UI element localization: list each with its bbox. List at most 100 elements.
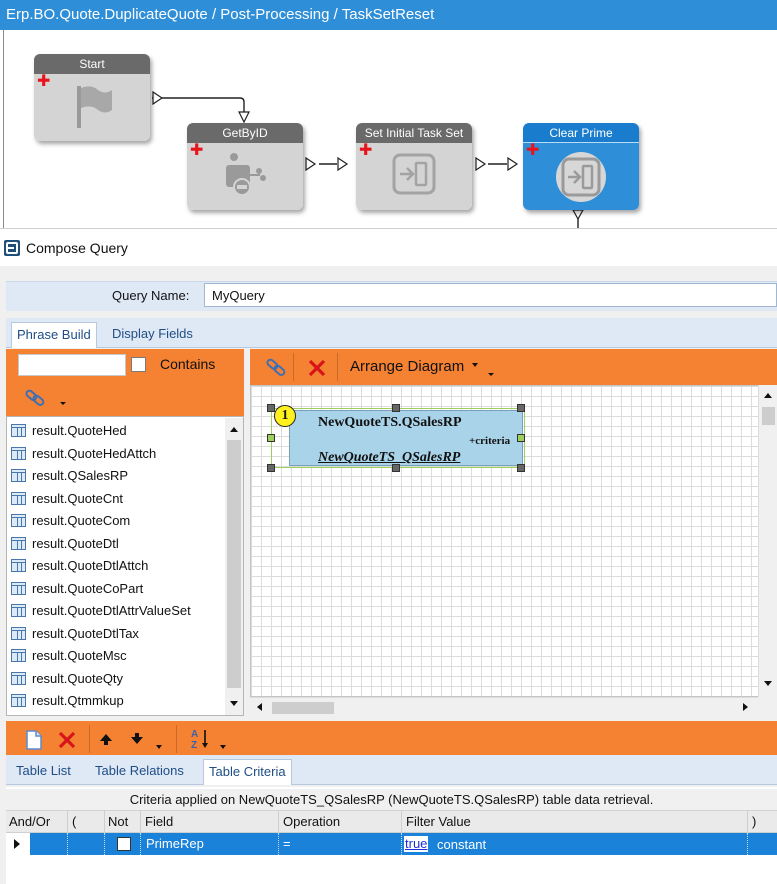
delete-icon[interactable] [57, 730, 77, 750]
plus-icon[interactable]: ✚ [526, 143, 539, 159]
compose-query-titlebar: Compose Query [0, 229, 777, 266]
resize-handle[interactable] [392, 464, 400, 472]
activity-getbyid-label: GetByID [187, 123, 303, 143]
plus-icon[interactable]: ✚ [190, 143, 203, 159]
not-checkbox[interactable] [117, 837, 131, 851]
list-item-label: result.QSalesRP [32, 468, 129, 483]
activity-start[interactable]: Start ✚ [34, 54, 150, 141]
resize-handle[interactable] [517, 464, 525, 472]
col-filter-value[interactable]: Filter Value [406, 814, 471, 829]
list-item[interactable]: result.QuoteCoPart [7, 578, 227, 601]
dropdown-arrow-icon[interactable] [220, 745, 228, 751]
list-item[interactable]: result.QuoteDtlTax [7, 623, 227, 646]
contains-checkbox[interactable] [131, 357, 146, 372]
activity-clear-prime[interactable]: Clear Prime ✚ [523, 123, 639, 210]
resize-handle[interactable] [267, 434, 275, 442]
list-item-label: result.QuoteMsc [32, 648, 127, 663]
resize-handle[interactable] [517, 434, 525, 442]
list-item[interactable]: result.QuoteCom [7, 510, 227, 533]
tab-table-list[interactable]: Table List [11, 759, 76, 785]
diagram-toolbar: Arrange Diagram [250, 349, 777, 385]
filter-value-type[interactable]: constant [437, 837, 486, 852]
scroll-down-icon [764, 681, 772, 686]
scroll-down-icon [230, 701, 238, 706]
list-item-label: result.QuoteDtlAttch [32, 558, 149, 573]
col-open-paren[interactable]: ( [72, 814, 76, 829]
dropdown-arrow-icon[interactable] [156, 745, 164, 751]
table-list-panel: Contains result.QuoteHed result.QuoteHedA… [6, 349, 244, 716]
list-item[interactable]: result.QuoteMsc [7, 645, 227, 668]
dropdown-arrow-icon[interactable] [472, 363, 496, 379]
list-item[interactable]: result.QuoteDtlAttrValueSet [7, 600, 227, 623]
delete-icon[interactable] [307, 358, 327, 378]
diagram-vertical-scrollbar[interactable] [758, 385, 777, 697]
tab-phrase-build[interactable]: Phrase Build [11, 322, 97, 348]
workflow-canvas: Start ✚ GetByID ✚ Set Initial Task Set ✚… [3, 30, 777, 228]
list-item[interactable]: result.QuoteHedAttch [7, 443, 227, 466]
activity-set-initial-task-set[interactable]: Set Initial Task Set ✚ [356, 123, 472, 210]
criteria-row[interactable]: PrimeRep = true constant [6, 833, 777, 855]
diagram-horizontal-scrollbar[interactable] [250, 697, 758, 716]
list-item[interactable]: result.QuoteDtl [7, 533, 227, 556]
table-search-input[interactable] [18, 354, 126, 376]
col-and-or[interactable]: And/Or [9, 814, 50, 829]
list-item-label: result.QuoteDtlTax [32, 625, 139, 641]
resize-handle[interactable] [267, 464, 275, 472]
window-title: Compose Query [26, 240, 128, 256]
move-down-icon[interactable] [130, 732, 144, 746]
resize-handle[interactable] [267, 404, 275, 412]
list-item[interactable]: result.QuoteCnt [7, 488, 227, 511]
tab-table-criteria[interactable]: Table Criteria [203, 759, 292, 785]
port-arrow [571, 209, 585, 221]
list-item[interactable]: result.QuoteDtlAttch [7, 555, 227, 578]
criteria-operation[interactable]: = [283, 836, 291, 851]
col-not[interactable]: Not [108, 814, 128, 829]
list-item-label: result.QuoteCnt [32, 490, 124, 506]
criteria-toolbar: A Z [6, 721, 777, 757]
table-list[interactable]: result.QuoteHed result.QuoteHedAttch resul… [6, 416, 244, 716]
filter-value-link[interactable]: true [404, 836, 429, 852]
list-item-label: result.Qtmmkup [32, 693, 124, 708]
criteria-grid-header: And/Or ( Not Field Operation Filter Valu… [6, 811, 777, 833]
diagram-panel: Arrange Diagram 1 NewQuoteTS.QSalesRP +c… [250, 349, 777, 716]
plus-icon[interactable]: ✚ [359, 143, 372, 159]
list-item[interactable]: result.Qtmmkup [7, 690, 227, 713]
col-close-paren[interactable]: ) [752, 814, 756, 829]
svg-text:Z: Z [191, 740, 197, 751]
sort-az-icon[interactable]: A Z [190, 727, 212, 751]
tab-table-relations[interactable]: Table Relations [90, 759, 189, 785]
table-icon [11, 469, 26, 482]
list-item[interactable]: result.QSalesRP [7, 465, 227, 488]
col-field[interactable]: Field [145, 814, 173, 829]
table-list-scrollbar[interactable] [225, 418, 243, 715]
arrange-diagram-button[interactable]: Arrange Diagram [350, 358, 464, 375]
port-arrow [475, 156, 487, 172]
table-node-alias[interactable]: NewQuoteTS_QSalesRP [318, 450, 460, 466]
criteria-field[interactable]: PrimeRep [146, 836, 204, 851]
table-icon [11, 536, 26, 550]
tab-display-fields[interactable]: Display Fields [107, 322, 198, 348]
move-up-icon[interactable] [99, 732, 113, 746]
table-icon [11, 581, 26, 595]
diagram-canvas[interactable]: 1 NewQuoteTS.QSalesRP +criteria NewQuote… [250, 385, 777, 697]
app-logo-icon [4, 240, 20, 256]
link-tool-button[interactable] [264, 357, 288, 379]
link-tool-button[interactable] [24, 386, 68, 410]
workflow-panel: Erp.BO.Quote.DuplicateQuote / Post-Proce… [0, 0, 777, 229]
resize-handle[interactable] [517, 404, 525, 412]
scroll-left-icon [257, 703, 262, 711]
query-name-input[interactable] [204, 283, 777, 307]
list-item[interactable]: result.QuoteHed [7, 420, 227, 443]
table-icon [11, 626, 26, 640]
criteria-tabs: Table List Table Relations Table Criteri… [6, 755, 777, 785]
link-icon [25, 389, 45, 406]
link-icon [266, 358, 286, 376]
activity-getbyid[interactable]: GetByID ✚ [187, 123, 303, 210]
col-operation[interactable]: Operation [283, 814, 340, 829]
compose-query-window: Query Name: Phrase Build Display Fields … [0, 266, 777, 884]
new-document-icon[interactable] [25, 729, 43, 751]
plus-icon[interactable]: ✚ [37, 74, 50, 90]
list-item[interactable]: result.QuoteQty [7, 668, 227, 691]
workflow-title: Erp.BO.Quote.DuplicateQuote / Post-Proce… [0, 0, 777, 30]
resize-handle[interactable] [392, 404, 400, 412]
